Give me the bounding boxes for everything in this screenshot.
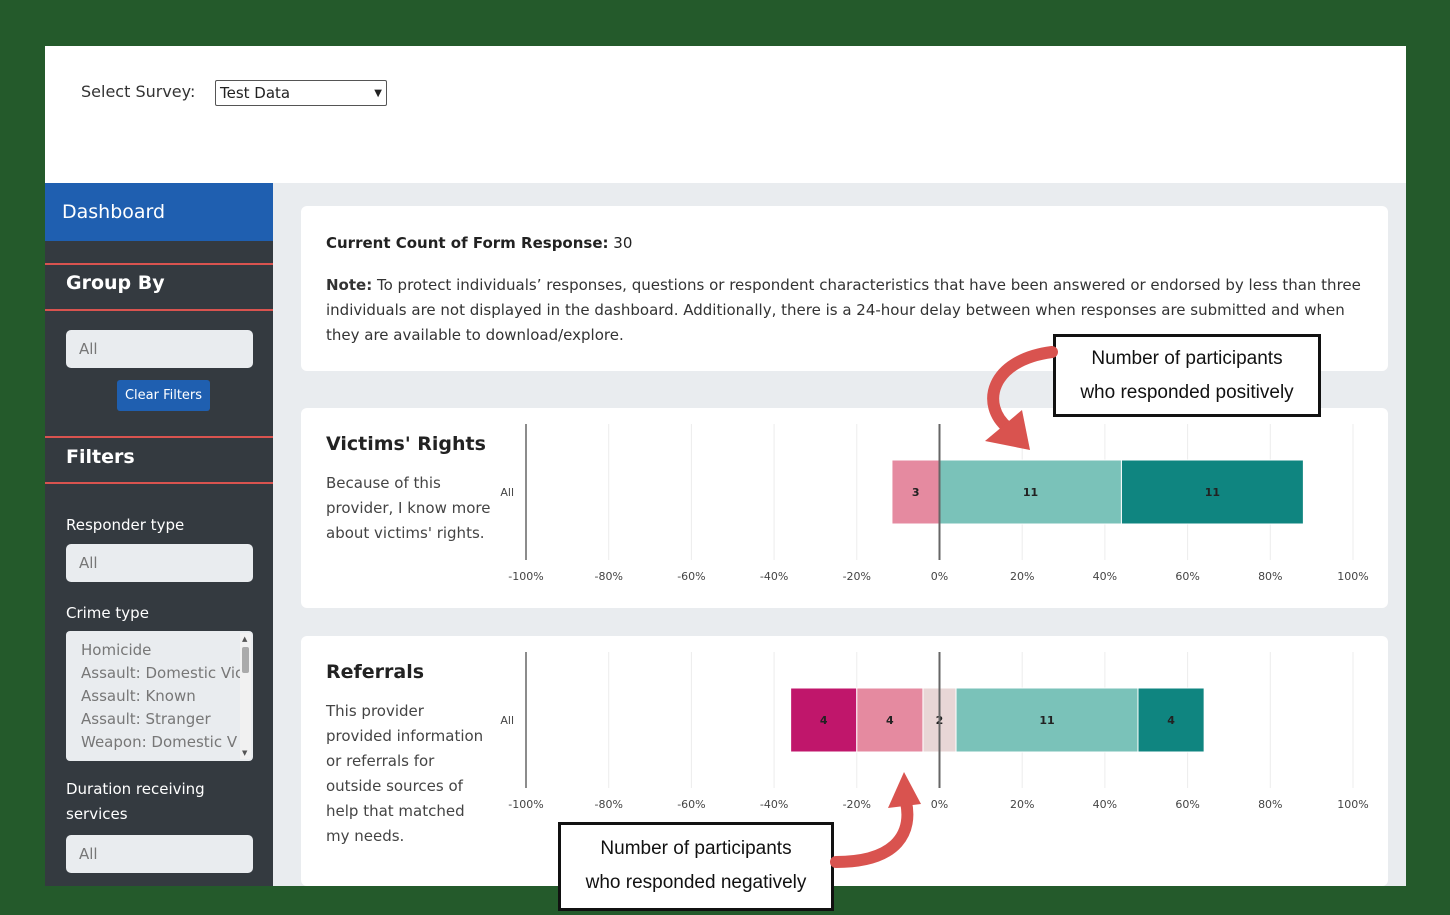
negative-arrow [830,796,914,868]
negative-arrowhead [888,772,921,808]
callout-arrows [830,346,1058,868]
